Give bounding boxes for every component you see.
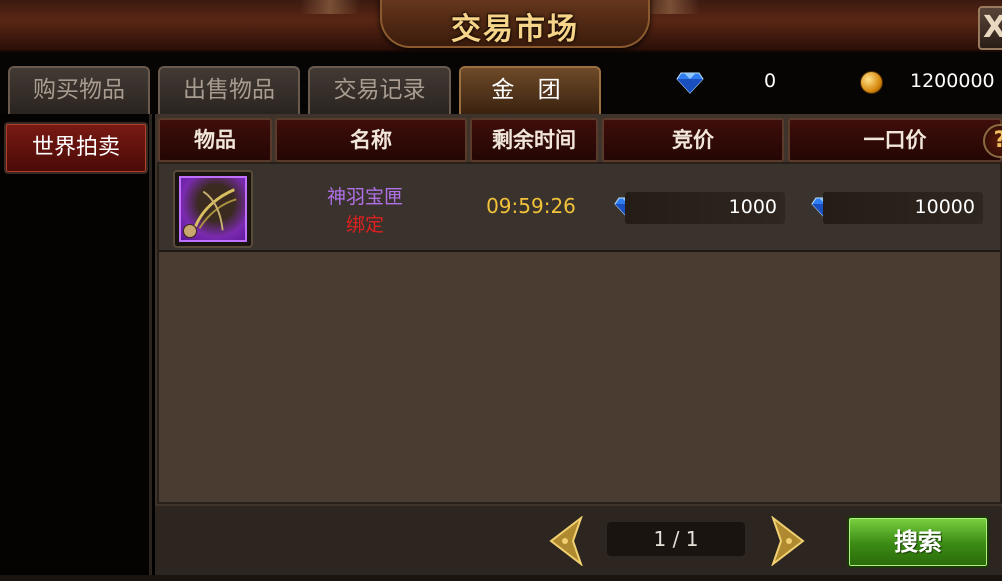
gold-balance: 1200000 [910, 70, 995, 92]
tabs-row: 购买物品 出售物品 交易记录 金 团 [0, 52, 1002, 114]
sidebar-item-world-auction[interactable]: 世界拍卖 [4, 122, 148, 174]
sidebar: 世界拍卖 [0, 114, 152, 581]
treasure-box-icon [179, 176, 247, 242]
page-indicator: 1 / 1 [607, 522, 745, 556]
auction-list: 神羽宝匣 绑定 09:59:26 1000 10000 [157, 162, 1002, 504]
tab-trade-records[interactable]: 交易记录 [308, 66, 451, 114]
item-remaining-time: 09:59:26 [486, 194, 576, 218]
diamond-icon [676, 72, 704, 94]
close-button[interactable]: X [978, 6, 1002, 50]
footer-bar: 1 / 1 搜索 [155, 506, 1002, 581]
header-buyout: 一口价 [788, 118, 1002, 162]
prev-page-arrow-icon[interactable] [547, 516, 585, 566]
title-bar: 交易市场 X [0, 0, 1002, 52]
header-remaining-time: 剩余时间 [470, 118, 598, 162]
tab-gold-group[interactable]: 金 团 [459, 66, 601, 114]
tab-sell-items[interactable]: 出售物品 [158, 66, 300, 114]
header-name: 名称 [275, 118, 467, 162]
page-title: 交易市场 [451, 12, 579, 47]
item-name: 神羽宝匣 [326, 186, 403, 208]
buyout-price: 10000 [823, 192, 983, 224]
header-item: 物品 [158, 118, 272, 162]
table-header: 物品 名称 剩余时间 竞价 一口价 ? [155, 118, 1002, 162]
gold-coin-icon [860, 71, 883, 94]
next-page-arrow-icon[interactable] [769, 516, 807, 566]
header-bid: 竞价 [602, 118, 784, 162]
item-bind-status: 绑定 [345, 214, 384, 236]
auction-panel: 物品 名称 剩余时间 竞价 一口价 ? 神羽宝匣 绑定 09:59:26 [155, 114, 1002, 581]
diamond-balance: 0 [764, 70, 777, 92]
tab-buy-items[interactable]: 购买物品 [8, 66, 150, 114]
table-row[interactable]: 神羽宝匣 绑定 09:59:26 1000 10000 [159, 164, 1000, 252]
bid-price: 1000 [625, 192, 785, 224]
search-button[interactable]: 搜索 [847, 516, 989, 568]
title-ornament-left [300, 0, 360, 14]
item-slot[interactable] [173, 170, 253, 248]
bound-lock-icon [183, 224, 197, 238]
bottom-border [0, 575, 1002, 581]
